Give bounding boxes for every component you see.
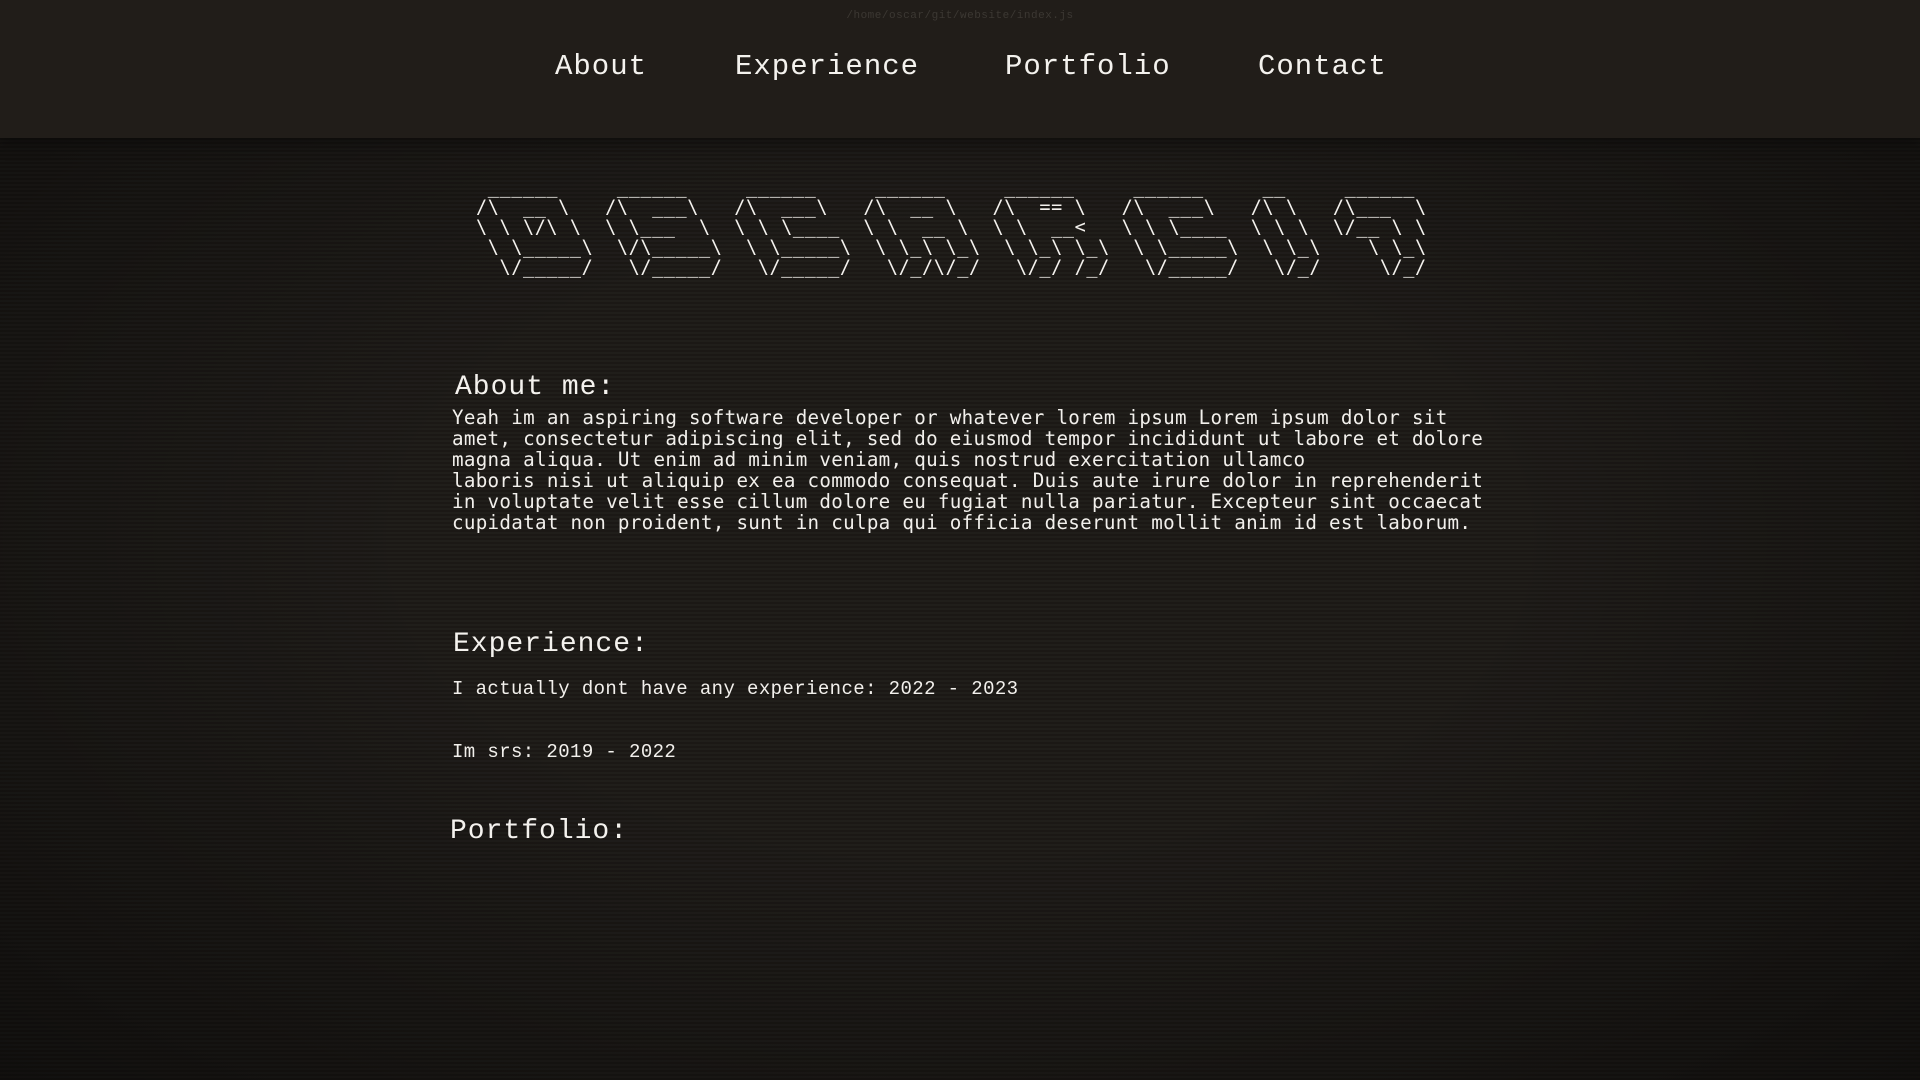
experience-item: I actually dont have any experience: 202… [452, 678, 1019, 700]
page: /home/oscar/git/website/index.js About E… [0, 0, 1920, 1080]
nav-link-about[interactable]: About [555, 50, 647, 83]
experience-section-title: Experience: [453, 629, 649, 660]
nav-link-contact[interactable]: Contact [1258, 50, 1387, 83]
nav-link-experience[interactable]: Experience [735, 50, 919, 83]
file-path-hint: /home/oscar/git/website/index.js [846, 10, 1074, 22]
experience-item: Im srs: 2019 - 2022 [452, 741, 677, 763]
nav-link-portfolio[interactable]: Portfolio [1005, 50, 1171, 83]
portfolio-section-title: Portfolio: [450, 816, 629, 847]
about-section-text: Yeah im an aspiring software developer o… [452, 406, 1484, 534]
about-section-title: About me: [455, 372, 616, 403]
top-navigation-bar: /home/oscar/git/website/index.js About E… [0, 0, 1920, 138]
ascii-banner-logo: ______ ______ ______ ______ ______ _____… [476, 177, 1427, 278]
